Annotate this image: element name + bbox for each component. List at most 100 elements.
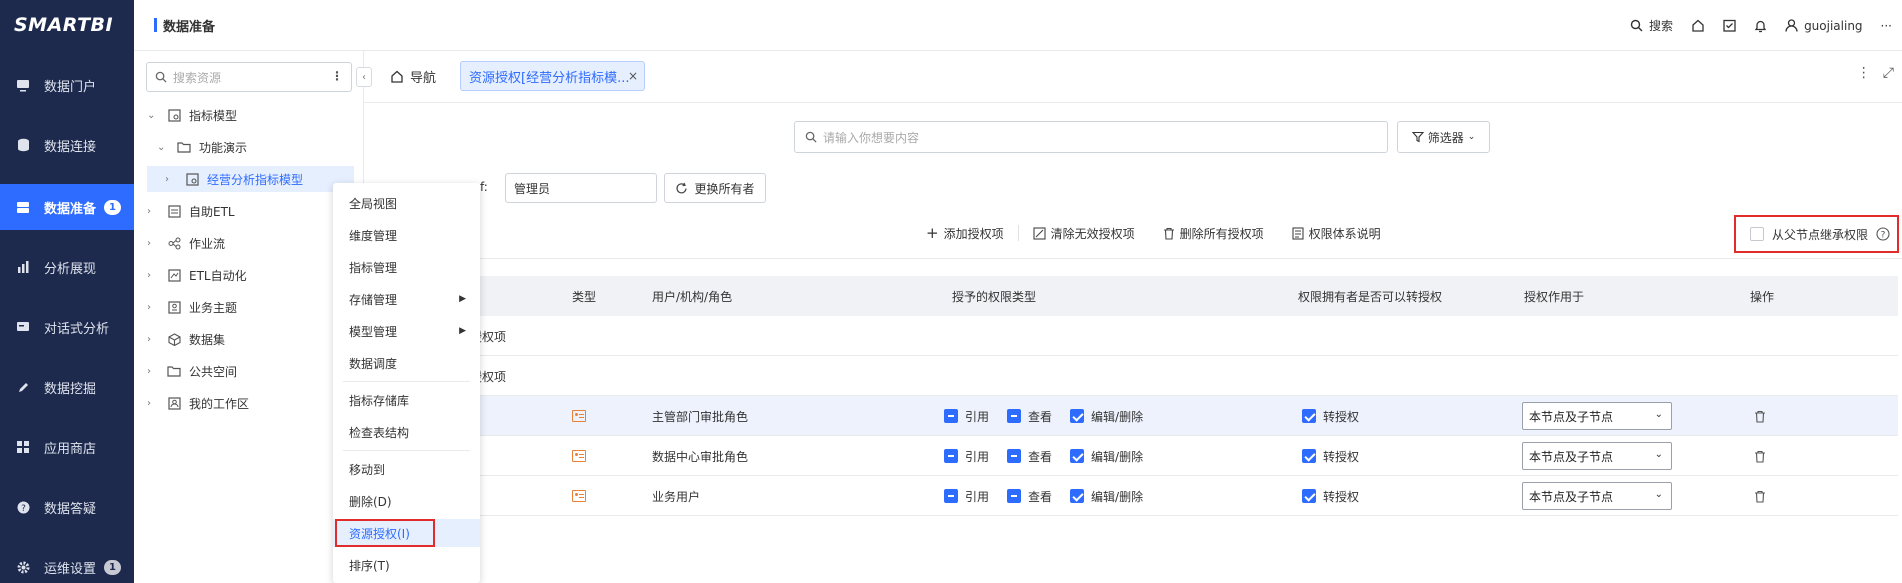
user-menu[interactable]: guojialing (1785, 19, 1863, 33)
expand-icon[interactable]: ⤢ (1883, 65, 1894, 81)
tab-navigation[interactable]: 导航 (390, 61, 436, 91)
nav-item-data-connect[interactable]: 数据连接 (0, 122, 134, 168)
chevron-down-icon[interactable]: ⌄ (147, 110, 159, 121)
scope-select-cell: 本节点及子节点 ⌄ (1522, 396, 1672, 436)
tree-item[interactable]: › 公共空间 (147, 358, 237, 384)
nav-item-data-portal[interactable]: 数据门户 (0, 62, 134, 108)
header-search[interactable]: 搜索 (1630, 17, 1673, 34)
chevron-right-icon[interactable]: › (147, 366, 159, 377)
change-owner-button[interactable]: 更换所有者 (664, 173, 766, 203)
reference-checkbox[interactable] (944, 409, 958, 423)
perm-reference[interactable]: 引用 (944, 408, 989, 425)
content-search-input[interactable]: 请输入你想要内容 (794, 121, 1388, 153)
tree-item[interactable]: ⌄ 功能演示 (157, 134, 247, 160)
tree-item[interactable]: › ETL自动化 (147, 262, 247, 288)
menu-item-model-mgmt[interactable]: 模型管理 ▶ (333, 317, 480, 345)
inherit-permission-toggle[interactable]: 从父节点继承权限 ? (1734, 215, 1899, 253)
chevron-right-icon[interactable]: › (147, 334, 159, 345)
smartbi-logo[interactable]: SMARTBI (0, 0, 134, 50)
nav-item-data-mining[interactable]: 数据挖掘 (0, 364, 134, 410)
scope-select[interactable]: 本节点及子节点 ⌄ (1522, 442, 1672, 470)
edit-delete-checkbox[interactable] (1070, 449, 1085, 463)
more-menu[interactable]: ··· (1881, 19, 1892, 33)
close-icon[interactable]: × (628, 69, 638, 83)
scope-select[interactable]: 本节点及子节点 ⌄ (1522, 482, 1672, 510)
task-icon[interactable] (1723, 19, 1736, 32)
clear-invalid-button[interactable]: 清除无效授权项 (1019, 225, 1149, 242)
view-checkbox[interactable] (1007, 489, 1022, 503)
perm-view[interactable]: 查看 (1007, 488, 1052, 505)
view-checkbox[interactable] (1007, 409, 1022, 423)
perm-edit-delete[interactable]: 编辑/删除 (1070, 448, 1143, 465)
menu-item-metric-store[interactable]: 指标存储库 (333, 386, 480, 414)
bell-icon[interactable] (1754, 19, 1767, 33)
trash-icon[interactable] (1754, 396, 1766, 436)
menu-item-storage-mgmt[interactable]: 存储管理 ▶ (333, 285, 480, 313)
menu-item-delete[interactable]: 删除(D) (333, 487, 480, 515)
search-placeholder: 搜索资源 (173, 70, 222, 85)
table-row[interactable]: 主管部门审批角色 引用 查看 编辑/删除 转授权 本节点及子节点 ⌄ (364, 396, 1898, 436)
tree-item[interactable]: › 自助ETL (147, 198, 235, 224)
perm-reference[interactable]: 引用 (944, 488, 989, 505)
transfer-auth[interactable]: 转授权 (1302, 396, 1377, 436)
chevron-right-icon[interactable]: › (147, 302, 159, 313)
menu-item-metric-mgmt[interactable]: 指标管理 (333, 253, 480, 281)
chevron-down-icon[interactable]: ⌄ (157, 142, 169, 153)
menu-item-dimension-mgmt[interactable]: 维度管理 (333, 221, 480, 249)
table-row[interactable]: 数据中心审批角色 引用 查看 编辑/删除 转授权 本节点及子节点 ⌄ (364, 436, 1898, 476)
chevron-right-icon[interactable]: › (165, 174, 177, 185)
transfer-auth[interactable]: 转授权 (1302, 436, 1377, 476)
reference-checkbox[interactable] (944, 449, 958, 463)
chevron-right-icon[interactable]: › (147, 398, 159, 409)
menu-item-data-schedule[interactable]: 数据调度 (333, 349, 480, 377)
tree-item-selected[interactable]: › 经营分析指标模型 (147, 166, 354, 192)
tree-item[interactable]: › 我的工作区 (147, 390, 249, 416)
perm-view[interactable]: 查看 (1007, 448, 1052, 465)
edit-delete-checkbox[interactable] (1070, 489, 1085, 503)
vertical-more-icon[interactable]: ⋮ (331, 69, 343, 83)
tree-item[interactable]: › 作业流 (147, 230, 225, 256)
chevron-right-icon[interactable]: › (147, 238, 159, 249)
chevron-right-icon[interactable]: › (147, 270, 159, 281)
transfer-checkbox[interactable] (1302, 489, 1316, 503)
tree-item[interactable]: › 数据集 (147, 326, 225, 352)
reference-checkbox[interactable] (944, 489, 958, 503)
transfer-auth[interactable]: 转授权 (1302, 476, 1377, 516)
chevron-right-icon[interactable]: › (147, 206, 159, 217)
nav-item-analysis[interactable]: 分析展现 (0, 244, 134, 290)
transfer-checkbox[interactable] (1302, 409, 1316, 423)
trash-icon[interactable] (1754, 476, 1766, 516)
transfer-checkbox[interactable] (1302, 449, 1316, 463)
perm-edit-delete[interactable]: 编辑/删除 (1070, 408, 1143, 425)
delete-all-button[interactable]: 删除所有授权项 (1149, 225, 1278, 242)
table-row[interactable]: 业务用户 引用 查看 编辑/删除 转授权 本节点及子节点 ⌄ (364, 476, 1898, 516)
perm-view[interactable]: 查看 (1007, 408, 1052, 425)
nav-item-qa[interactable]: ? 数据答疑 (0, 484, 134, 530)
resource-search-input[interactable]: 搜索资源 ⋮ (146, 62, 352, 92)
tree-item[interactable]: ⌄ 指标模型 (147, 102, 237, 128)
tree-item[interactable]: › 业务主题 (147, 294, 237, 320)
filter-button[interactable]: 筛选器 ⌄ (1397, 121, 1490, 153)
perm-edit-delete[interactable]: 编辑/删除 (1070, 488, 1143, 505)
tab-resource-auth[interactable]: 资源授权[经营分析指标模... × (460, 61, 645, 91)
vertical-more-icon[interactable]: ⋮ (1857, 65, 1871, 81)
add-auth-button[interactable]: + 添加授权项 (912, 224, 1018, 242)
edit-delete-checkbox[interactable] (1070, 409, 1085, 423)
perm-reference[interactable]: 引用 (944, 448, 989, 465)
menu-item-move-to[interactable]: 移动到 (333, 455, 480, 483)
inherit-checkbox[interactable] (1750, 227, 1764, 241)
menu-item-check-schema[interactable]: 检查表结构 (333, 418, 480, 446)
nav-item-app-store[interactable]: 应用商店 (0, 424, 134, 470)
nav-item-ops-settings[interactable]: 运维设置 1 (0, 544, 134, 583)
help-icon[interactable]: ? (1876, 227, 1890, 241)
trash-icon[interactable] (1754, 436, 1766, 476)
menu-item-global-view[interactable]: 全局视图 (333, 189, 480, 217)
role-type-icon (572, 436, 586, 476)
nav-item-data-prep[interactable]: 数据准备 1 (0, 184, 134, 230)
permission-explain-button[interactable]: 权限体系说明 (1278, 225, 1395, 242)
home-icon[interactable] (1691, 19, 1705, 32)
menu-item-sort[interactable]: 排序(T) (333, 551, 480, 579)
scope-select[interactable]: 本节点及子节点 ⌄ (1522, 402, 1672, 430)
view-checkbox[interactable] (1007, 449, 1022, 463)
nav-item-conversation[interactable]: 对话式分析 (0, 304, 134, 350)
